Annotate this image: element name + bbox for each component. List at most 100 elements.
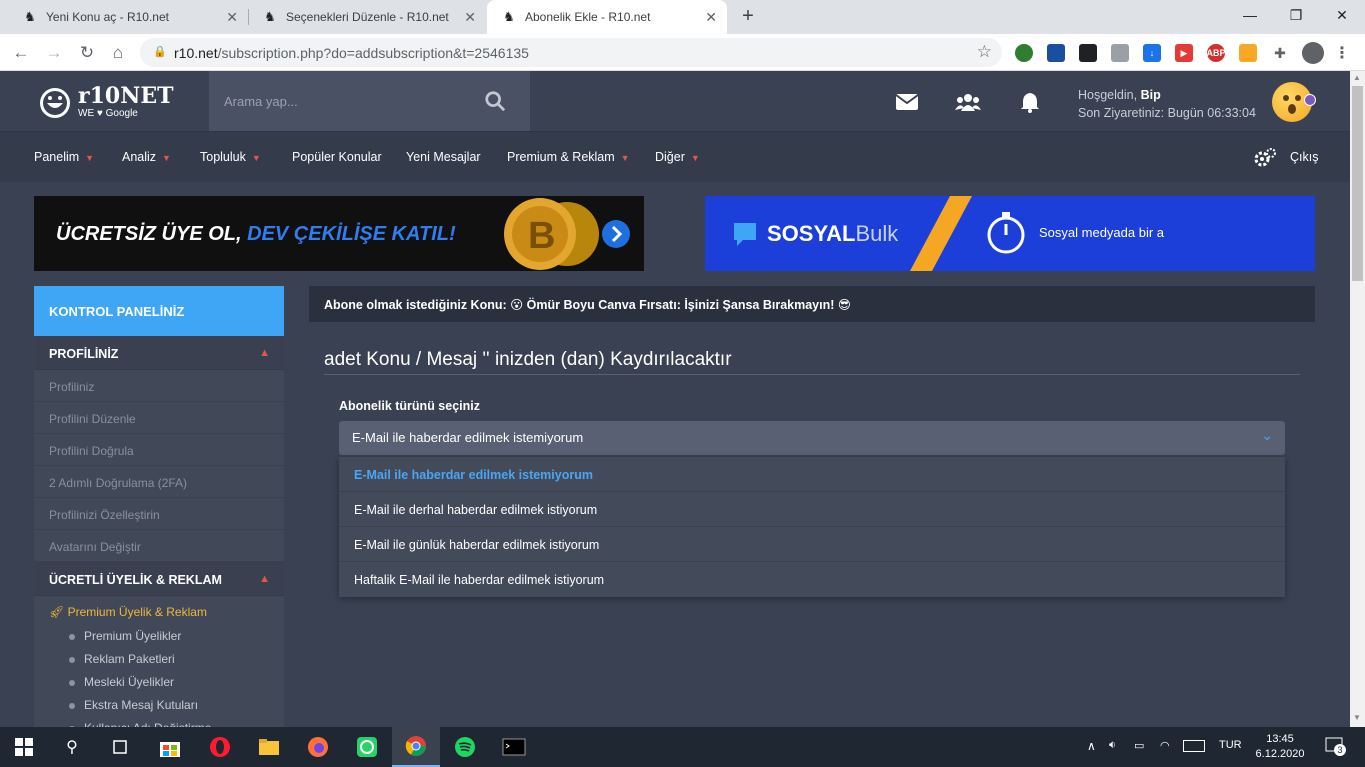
close-tab-icon[interactable]: ✕ [705,9,717,26]
sidebar-item-premium[interactable]: 🚀︎ Premium Üyelik & Reklam [34,596,284,625]
scroll-down-icon[interactable]: ▼ [1353,713,1361,722]
extension-icon[interactable] [1079,44,1097,62]
ad-banner-left[interactable]: ÜCRETSİZ ÜYE OL, DEV ÇEKİLİŞE KATIL! B [34,196,644,271]
sidebar-subitem-premium-uyelikler[interactable]: Premium Üyelikler [34,625,284,648]
r10-favicon-icon: ♞ [264,9,276,24]
forward-arrow-icon[interactable]: → [42,41,66,65]
opera-icon[interactable] [196,727,244,767]
keyboard-icon[interactable] [1183,740,1205,755]
avatar-menu-badge[interactable] [1304,94,1316,106]
avatar[interactable] [1272,82,1316,122]
sidebar-section-profile[interactable]: PROFİLİNİZ ▲ [34,336,284,370]
gears-icon[interactable] [1254,148,1276,168]
video-extension-icon[interactable]: ▶ [1175,44,1193,62]
firefox-icon[interactable] [294,727,342,767]
browser-tab-1[interactable]: ♞ Yeni Konu aç - R10.net ✕ [8,0,248,34]
main-nav: Panelim ▼ Analiz ▼ Topluluk ▼ Popüler Konul… [0,131,1350,182]
topic-title[interactable]: Ömür Boyu Canva Fırsatı: İşinizi Şansa B… [527,298,835,312]
option-instant-email[interactable]: E-Mail ile derhal haberdar edilmek istiy… [339,492,1285,527]
kebab-menu-icon[interactable]: ⋮ [1333,44,1351,62]
battery-icon[interactable]: ▭ [1134,739,1144,752]
url-domain: r10.net [174,45,218,61]
sidebar-subitem-ekstra-mesaj[interactable]: Ekstra Mesaj Kutuları [34,694,284,717]
new-tab-button[interactable]: + [736,5,760,29]
search-box[interactable]: Arama yap... [209,71,530,131]
home-icon[interactable]: ⌂ [106,41,130,65]
sidebar-item-ozellestir[interactable]: Profilinizi Özelleştirin [34,498,284,530]
volume-icon[interactable]: 🔉︎ [1109,739,1116,752]
logo-subtext: WE ♥ Google [78,108,138,119]
nav-item-analiz[interactable]: Analiz ▼ [122,150,171,164]
option-daily-email[interactable]: E-Mail ile günlük haberdar edilmek istiy… [339,527,1285,562]
banner-slash-stripe [910,196,972,271]
download-extension-icon[interactable]: ↓ [1143,44,1161,62]
sidebar-item-profilini-dogrula[interactable]: Profilini Doğrula [34,434,284,466]
search-icon[interactable] [484,90,506,112]
users-group-icon[interactable] [955,91,981,113]
close-tab-icon[interactable]: ✕ [226,9,238,26]
store-icon[interactable] [146,727,194,767]
sidebar-subitem-kullanici-adi[interactable]: Kullanıcı Adı Değiştirme [34,717,284,727]
search-icon[interactable]: ⚲ [48,727,96,767]
page-scrollbar[interactable]: ▲ ▼ [1350,71,1365,727]
scrollbar-thumb[interactable] [1352,86,1363,281]
extension-icon[interactable] [1239,44,1257,62]
envelope-icon[interactable] [895,91,919,113]
sidebar-item-avatar[interactable]: Avatarını Değiştir [34,530,284,562]
option-weekly-email[interactable]: Haftalik E-Mail ile haberdar edilmek ist… [339,562,1285,597]
globe-extension-icon[interactable] [1015,44,1033,62]
address-bar[interactable]: 🔒 r10.net/subscription.php?do=addsubscri… [140,38,1002,67]
camera-extension-icon[interactable] [1111,44,1129,62]
nav-item-yeni-mesajlar[interactable]: Yeni Mesajlar [406,150,481,164]
nav-item-topluluk[interactable]: Topluluk ▼ [200,150,261,164]
profile-avatar-icon[interactable] [1302,42,1324,64]
maximize-button[interactable]: ❐ [1273,0,1319,30]
clock[interactable]: 13:45 6.12.2020 [1255,732,1305,762]
browser-tab-2[interactable]: ♞ Seçenekleri Düzenle - R10.net ✕ [248,0,486,34]
bookmark-star-icon[interactable]: ☆ [977,42,992,62]
puzzle-extensions-icon[interactable]: ✚ [1271,44,1289,62]
section-label: PROFİLİNİZ [49,347,119,361]
arrow-right-circle-icon[interactable] [601,219,631,249]
subscription-type-select[interactable]: E-Mail ile haberdar edilmek istemiyorum … [339,421,1285,455]
chevron-down-icon: ▼ [162,153,171,163]
adblock-extension-icon[interactable]: ABP [1207,44,1226,62]
sidebar-subitem-mesleki-uyelikler[interactable]: Mesleki Üyelikler [34,671,284,694]
username[interactable]: Bip [1141,88,1161,102]
sidebar-subitem-reklam-paketleri[interactable]: Reklam Paketleri [34,648,284,671]
browser-tab-3-active[interactable]: ♞ Abonelik Ekle - R10.net ✕ [487,0,727,34]
nav-item-panelim[interactable]: Panelim ▼ [34,150,94,164]
r10-logo[interactable]: r10NET WE ♥ Google [38,81,173,123]
back-arrow-icon[interactable]: ← [9,41,33,65]
nav-item-premium-reklam[interactable]: Premium & Reklam ▼ [507,150,630,164]
close-window-button[interactable]: ✕ [1319,0,1365,30]
terminal-icon[interactable] [490,727,538,767]
reload-icon[interactable]: ↻ [75,41,99,65]
ad-banner-right[interactable]: SOSYALBulk Sosyal medyada bir a [705,196,1315,271]
spotify-icon[interactable] [441,727,489,767]
chevron-up-icon[interactable]: ∧ [1087,739,1096,753]
surprised-emoji-icon: 😮 [510,298,524,312]
sidebar-item-2fa[interactable]: 2 Adımlı Doğrulama (2FA) [34,466,284,498]
wifi-icon[interactable]: ◠ [1160,739,1170,752]
extension-icon[interactable] [1047,44,1065,62]
sidebar-item-profiliniz[interactable]: Profiliniz [34,370,284,402]
sidebar-item-profilini-duzenle[interactable]: Profilini Düzenle [34,402,284,434]
logout-link[interactable]: Çıkış [1290,150,1318,164]
whatsapp-icon[interactable] [343,727,391,767]
chrome-icon[interactable] [392,727,440,767]
option-no-email[interactable]: E-Mail ile haberdar edilmek istemiyorum [339,457,1285,492]
nav-item-populer-konular[interactable]: Popüler Konular [292,150,382,164]
notifications-icon[interactable]: 3 [1325,737,1346,758]
nav-item-diger[interactable]: Diğer ▼ [655,150,700,164]
sidebar-section-paid-membership[interactable]: ÜCRETLİ ÜYELİK & REKLAM ▲ [34,562,284,596]
close-tab-icon[interactable]: ✕ [464,9,476,26]
scroll-up-icon[interactable]: ▲ [1353,73,1361,82]
bell-icon[interactable] [1018,91,1042,113]
windows-start-icon[interactable] [0,727,48,767]
task-view-icon[interactable] [96,727,144,767]
file-explorer-icon[interactable] [245,727,293,767]
language-indicator[interactable]: TUR [1219,739,1242,751]
minimize-button[interactable]: — [1227,0,1273,30]
windows-taskbar: ⚲ ∧ 🔉︎ ▭ ◠ TUR 13:45 6.12.2020 3 [0,727,1365,767]
